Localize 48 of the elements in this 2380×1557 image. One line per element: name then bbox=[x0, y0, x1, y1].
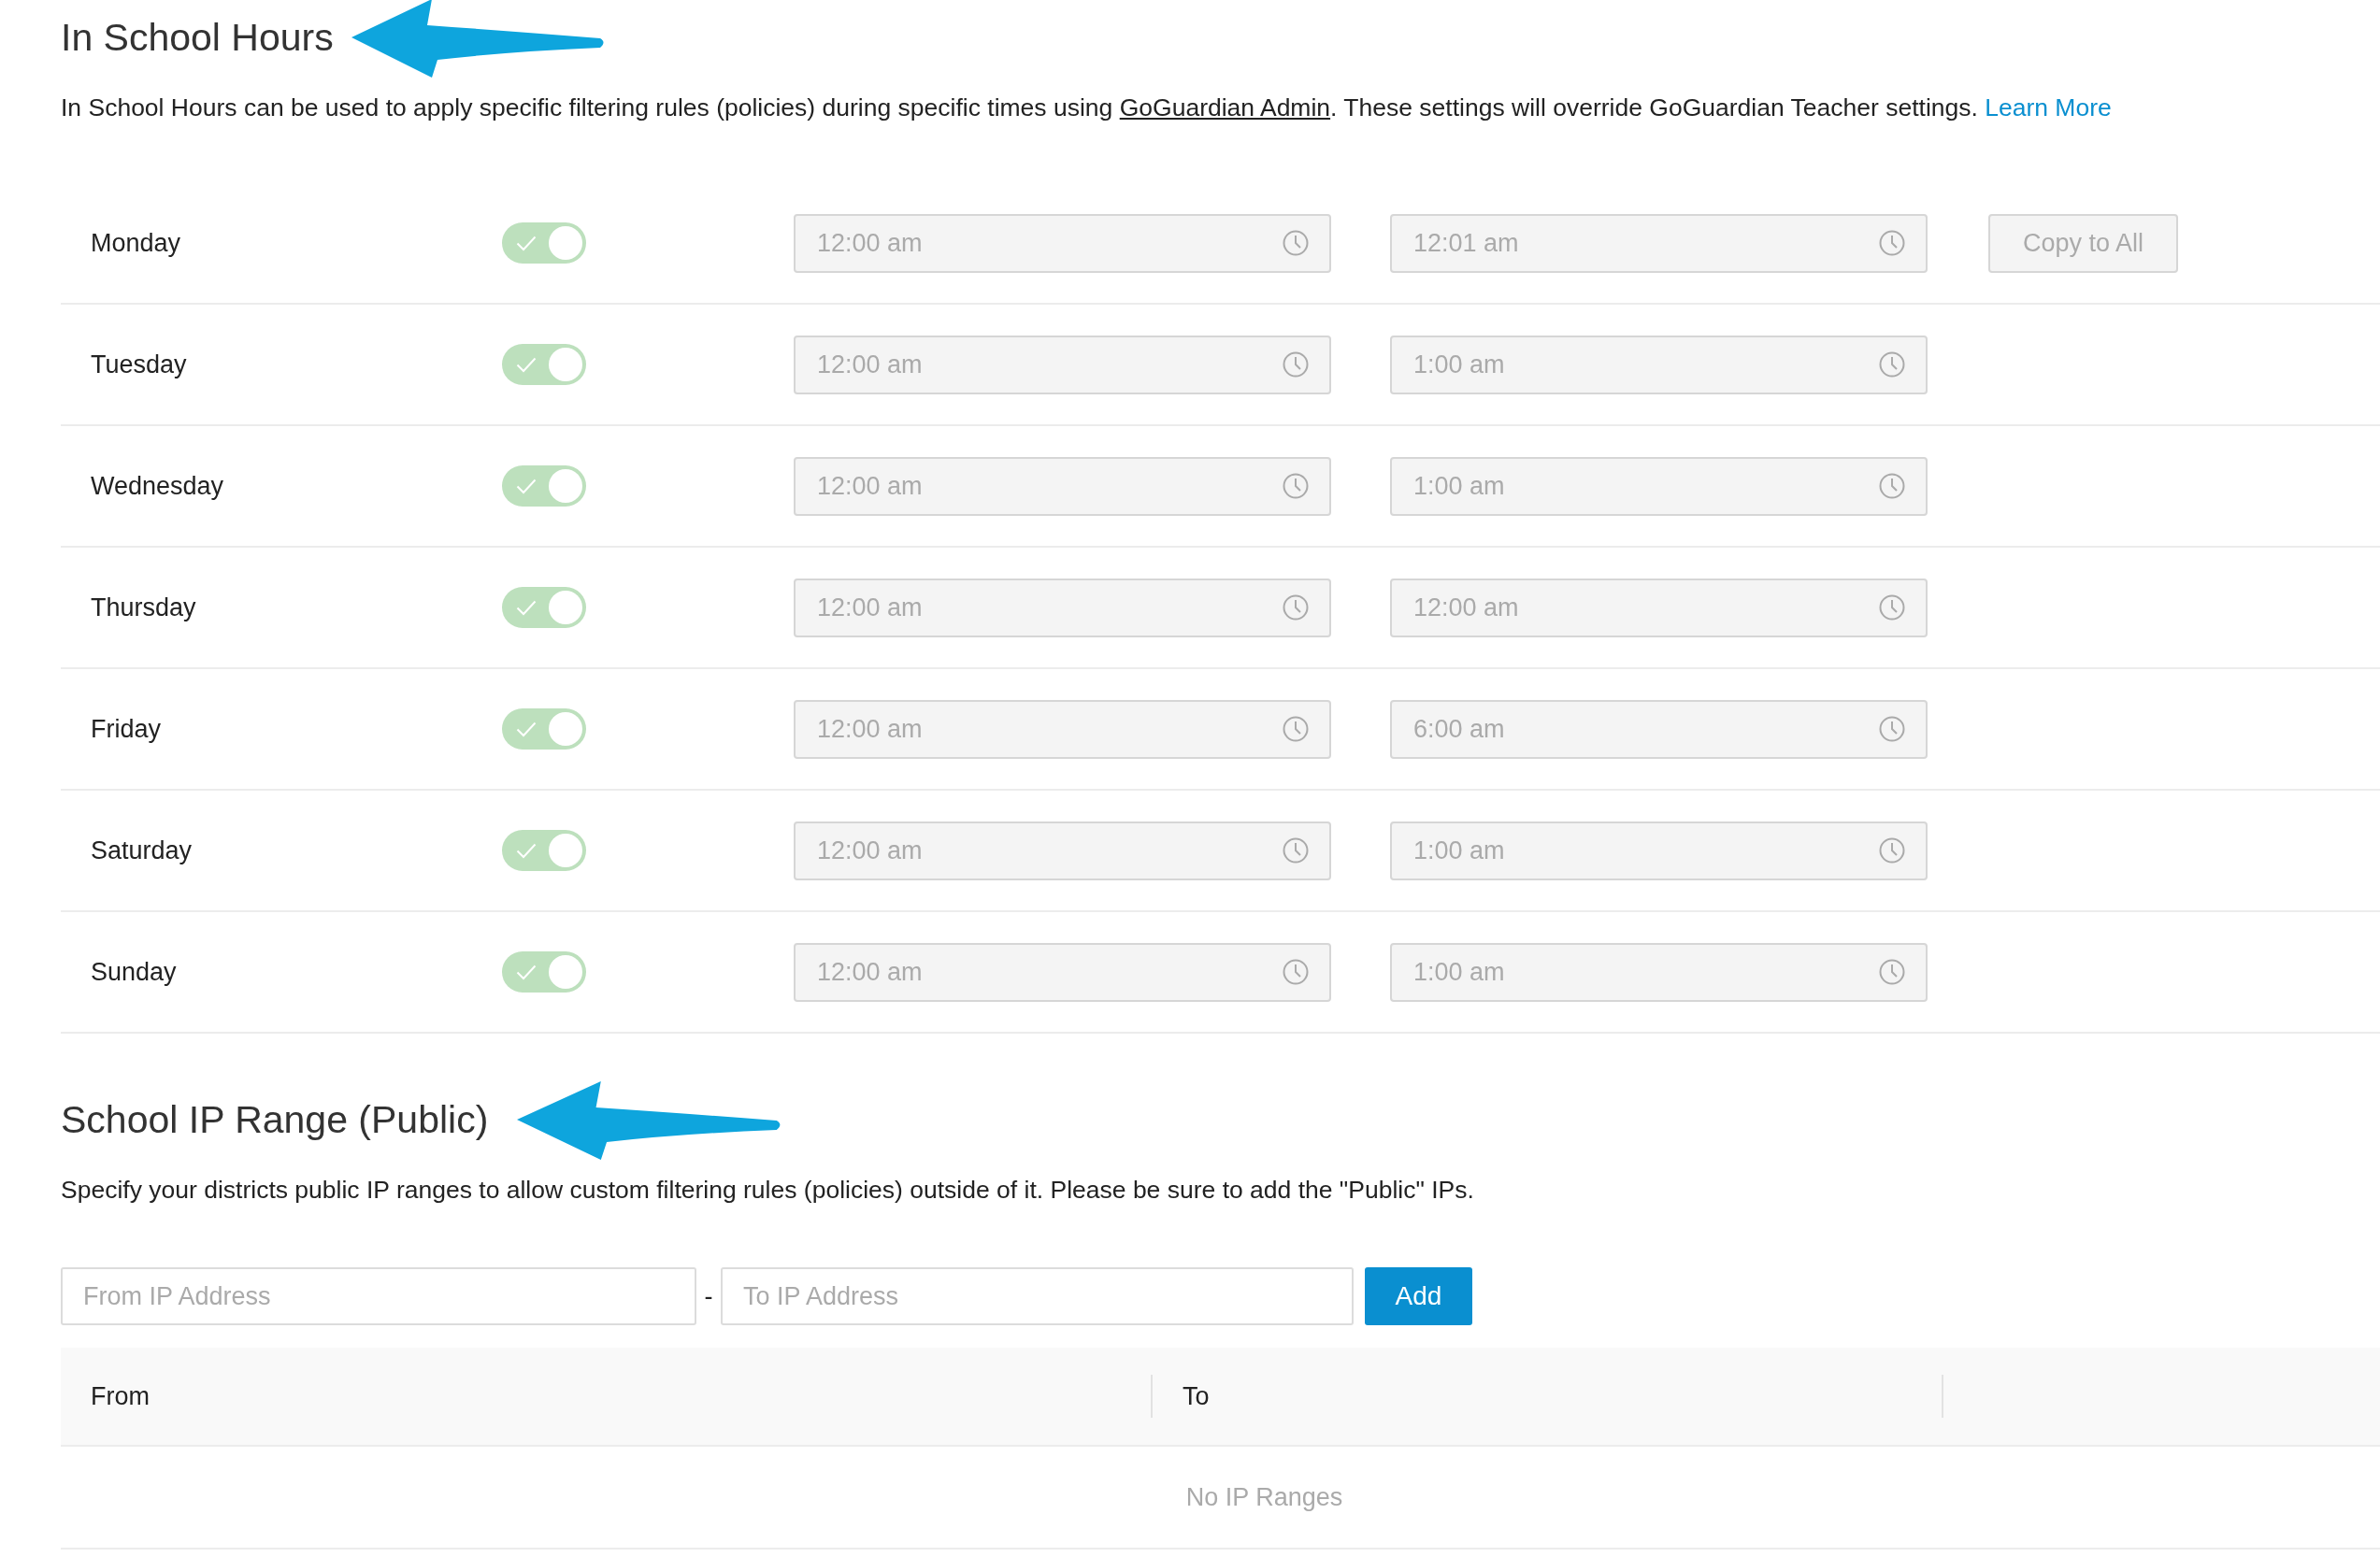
column-header: To bbox=[1183, 1381, 1210, 1411]
clock-icon bbox=[1879, 837, 1905, 864]
day-label: Friday bbox=[90, 714, 162, 744]
section-title: School IP Range (Public) bbox=[61, 1097, 489, 1143]
clock-icon bbox=[1283, 959, 1309, 985]
toggle-switch[interactable] bbox=[502, 465, 586, 507]
clock-icon bbox=[1879, 594, 1905, 621]
clock-icon bbox=[1879, 716, 1905, 742]
check-icon bbox=[516, 964, 537, 980]
toggle-switch[interactable] bbox=[502, 587, 586, 628]
range-separator: - bbox=[703, 1281, 714, 1311]
clock-icon bbox=[1283, 230, 1309, 256]
clock-icon bbox=[1879, 473, 1905, 499]
from-ip-field[interactable]: From IP Address bbox=[61, 1267, 696, 1325]
check-icon bbox=[516, 357, 537, 373]
column-header: From bbox=[91, 1381, 150, 1411]
check-icon bbox=[516, 843, 537, 859]
check-icon bbox=[516, 236, 537, 251]
clock-icon bbox=[1879, 351, 1905, 378]
clock-icon bbox=[1283, 837, 1309, 864]
clock-icon bbox=[1879, 230, 1905, 256]
clock-icon bbox=[1283, 351, 1309, 378]
toggle-switch[interactable] bbox=[502, 222, 586, 264]
add-button[interactable]: Add bbox=[1365, 1267, 1472, 1325]
section-title: In School Hours bbox=[61, 15, 334, 61]
clock-icon bbox=[1283, 473, 1309, 499]
clock-icon bbox=[1283, 594, 1309, 621]
day-label: Saturday bbox=[90, 836, 194, 865]
admin-link[interactable]: GoGuardian Admin bbox=[1119, 93, 1331, 121]
empty-message: No IP Ranges bbox=[1185, 1482, 1343, 1512]
toggle-switch[interactable] bbox=[502, 830, 586, 871]
clock-icon bbox=[1283, 716, 1309, 742]
check-icon bbox=[516, 721, 537, 737]
section-description: In School Hours can be used to apply specific filtering rules (policies) during specific times using GoGuardian Admin. These settings will override GoGuardian Teacher settings. Learn More bbox=[61, 93, 2113, 123]
day-label: Sunday bbox=[90, 957, 178, 987]
to-ip-field[interactable]: To IP Address bbox=[721, 1267, 1354, 1325]
toggle-switch[interactable] bbox=[502, 951, 586, 993]
learn-more-link[interactable]: Learn More bbox=[1985, 93, 2112, 121]
day-label: Thursday bbox=[90, 593, 197, 622]
day-label: Monday bbox=[90, 228, 182, 258]
day-label: Tuesday bbox=[90, 350, 188, 379]
check-icon bbox=[516, 600, 537, 616]
toggle-switch[interactable] bbox=[502, 344, 586, 385]
toggle-switch[interactable] bbox=[502, 708, 586, 750]
section-description: Specify your districts public IP ranges to allow custom filtering rules (policies) outside of it. Please be sure to add the "Public" IPs. bbox=[61, 1175, 1475, 1206]
day-label: Wednesday bbox=[90, 471, 225, 501]
clock-icon bbox=[1879, 959, 1905, 985]
check-icon bbox=[516, 479, 537, 494]
